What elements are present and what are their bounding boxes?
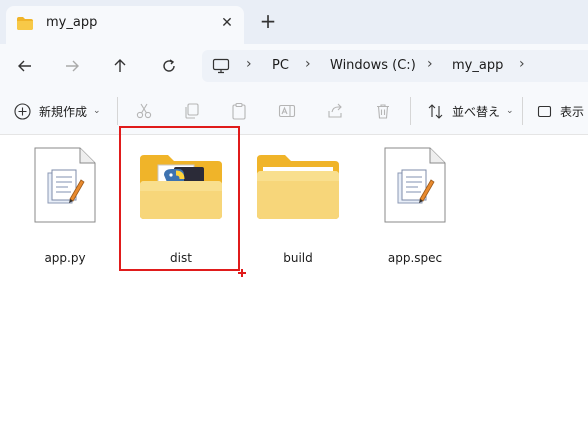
folder-name: dist [170,251,192,265]
sort-icon [428,103,443,119]
breadcrumb-my-app[interactable]: my_app [452,58,503,73]
chevron-down-icon: ⌄ [93,106,101,116]
breadcrumb-separator: › [246,56,252,72]
breadcrumb-windows-c[interactable]: Windows (C:) [330,58,416,73]
new-button-label: 新規作成 [39,104,88,119]
view-icon [537,105,552,117]
file-name: app.py [44,251,86,265]
paste-button[interactable] [230,98,248,124]
sort-button[interactable]: 並べ替え ⌄ [427,98,514,124]
rename-icon [278,104,296,118]
arrow-right-icon [66,60,79,72]
file-list: app.py dist build app.spec [0,135,588,431]
folder-icon [257,155,339,219]
divider [522,97,523,125]
view-button[interactable]: 表示 [537,98,584,124]
copy-icon [185,103,199,119]
view-button-label: 表示 [560,104,585,119]
chevron-down-icon: ⌄ [506,106,514,116]
file-item-app-py[interactable]: app.py [20,147,110,277]
forward-button[interactable] [58,52,86,80]
breadcrumb-separator: › [427,56,433,72]
breadcrumb-separator: › [305,56,311,72]
arrow-left-icon [18,60,31,72]
spec-file-icon [384,147,446,223]
refresh-icon [163,59,175,72]
command-bar: 新規作成 ⌄ 並べ替え ⌄ 表示 [0,88,588,135]
back-button[interactable] [11,52,39,80]
folder-item-dist[interactable]: dist [136,147,226,277]
tab-strip: my_app ✕ + [0,0,588,44]
divider [117,97,118,125]
new-button[interactable]: 新規作成 ⌄ [14,98,101,124]
breadcrumb-pc[interactable]: PC [272,58,289,73]
scissors-icon [136,103,152,119]
trash-icon [377,104,389,119]
breadcrumb-separator: › [519,56,525,72]
clipboard-icon [232,102,246,120]
folder-name: build [283,251,313,265]
share-button[interactable] [326,98,344,124]
plus-circle-icon [14,102,31,120]
folder-icon [16,16,34,35]
navigation-bar: › PC › Windows (C:) › my_app › [0,44,588,88]
address-bar[interactable]: › PC › Windows (C:) › my_app › [202,50,588,82]
copy-button[interactable] [183,98,201,124]
delete-button[interactable] [374,98,392,124]
arrow-up-icon [114,59,126,72]
share-icon [328,103,342,118]
rename-button[interactable] [278,98,296,124]
computer-icon [212,58,230,78]
new-tab-button[interactable]: + [257,11,279,33]
divider [410,97,411,125]
sort-button-label: 並べ替え [452,104,501,119]
python-file-icon [34,147,96,223]
cut-button[interactable] [135,98,153,124]
folder-item-build[interactable]: build [253,147,343,277]
tab-my-app[interactable]: my_app ✕ [6,6,244,44]
refresh-button[interactable] [155,52,183,80]
tab-title: my_app [46,15,98,30]
file-name: app.spec [387,251,443,265]
up-button[interactable] [106,52,134,80]
folder-with-content-icon [140,155,222,219]
close-icon[interactable]: ✕ [216,12,238,34]
file-item-app-spec[interactable]: app.spec [370,147,460,277]
highlight-corner-mark [241,269,243,277]
